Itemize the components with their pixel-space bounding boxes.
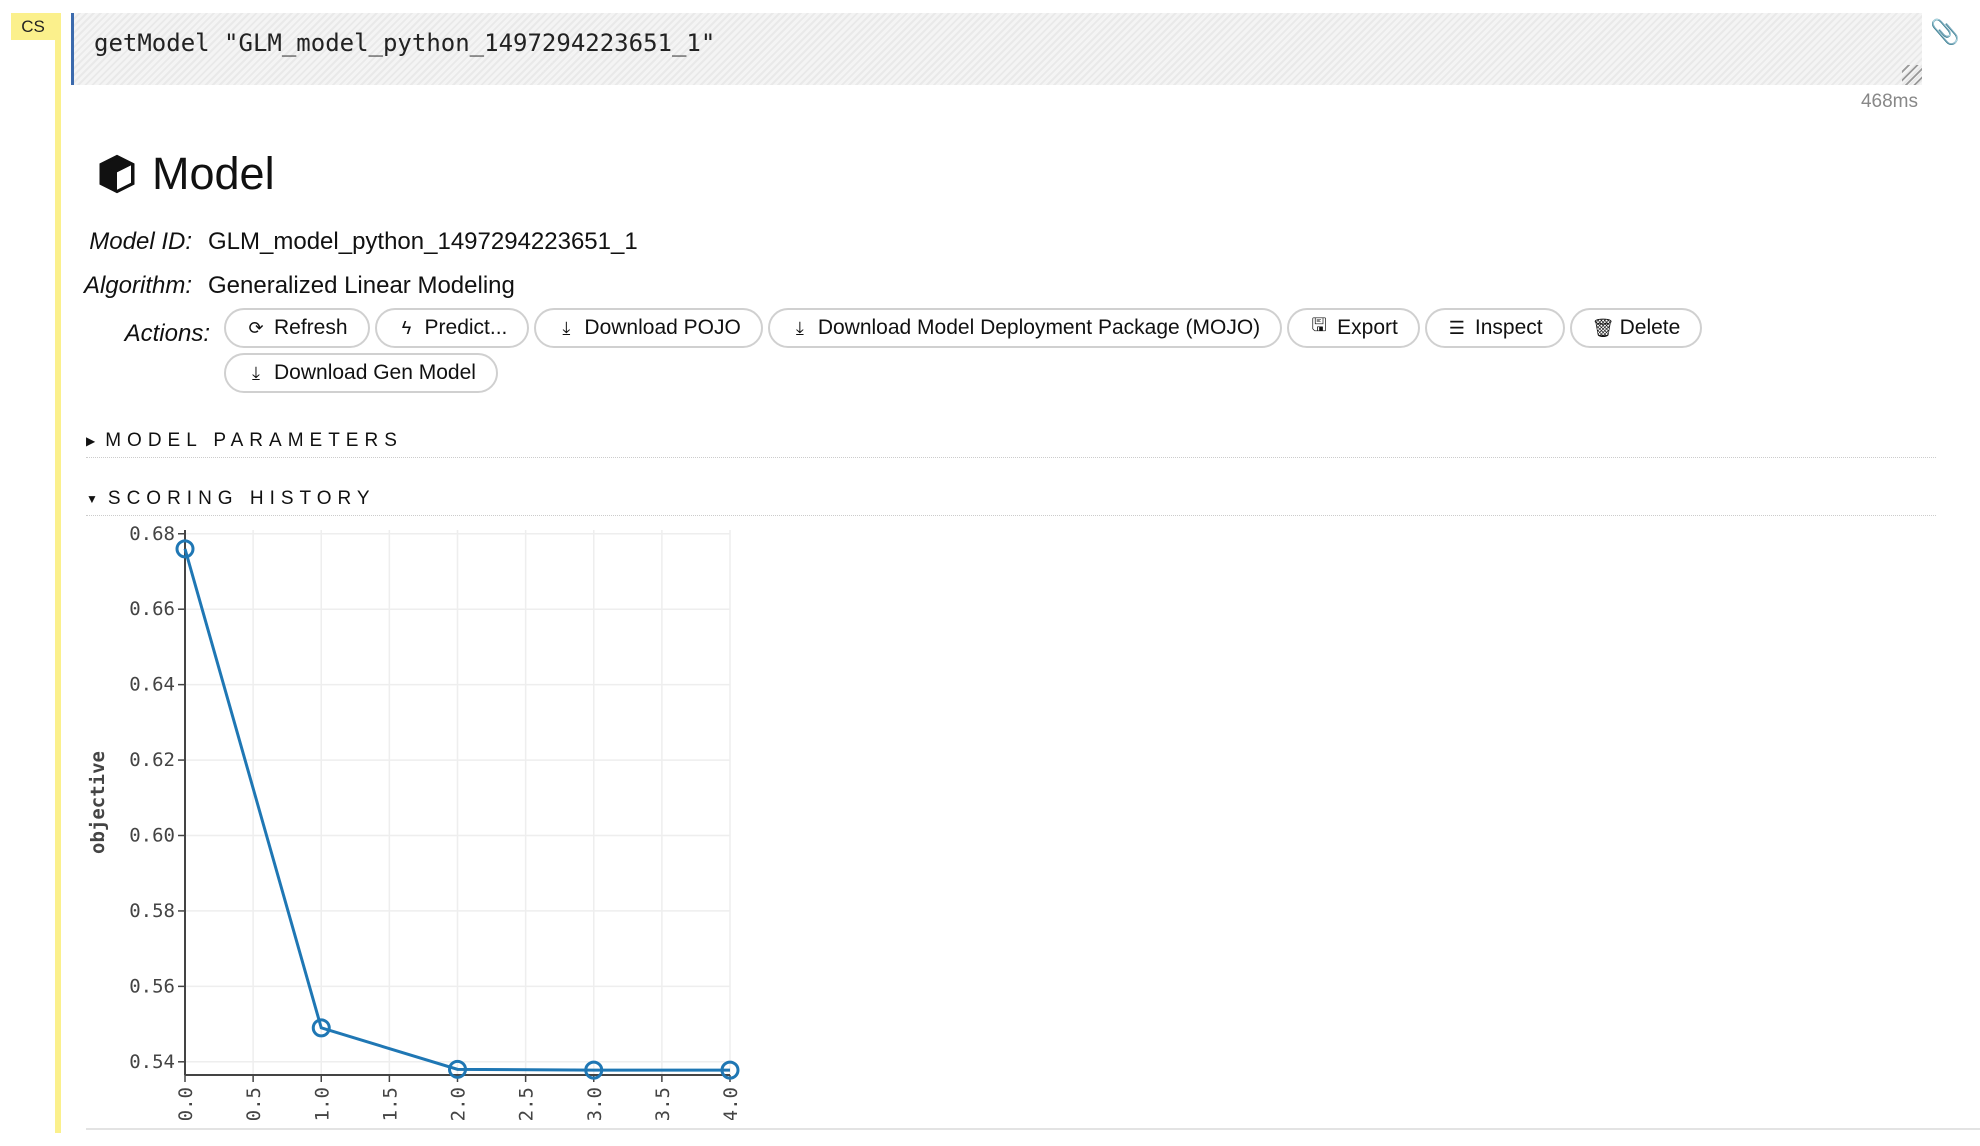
execution-time: 468ms: [1860, 91, 1918, 112]
button-label: Download Model Deployment Package (MOJO): [817, 316, 1261, 339]
algorithm-label: Algorithm:: [83, 272, 192, 299]
download-icon: ⤓: [562, 317, 571, 338]
button-label: Refresh: [274, 316, 348, 339]
caret-right-icon: ▶: [86, 434, 96, 448]
button-label: Download POJO: [584, 316, 741, 339]
save-icon: 🖫: [1311, 315, 1327, 335]
caret-down-icon: ▼: [86, 492, 98, 506]
x-tick-label: 1.5: [379, 1087, 401, 1120]
download-icon: ⤓: [795, 317, 804, 338]
refresh-icon: ⟳: [248, 317, 264, 338]
download-mojo-button[interactable]: ⤓ Download Model Deployment Package (MOJO…: [767, 308, 1283, 348]
download-icon: ⤓: [252, 362, 260, 383]
button-label: Download Gen Model: [274, 361, 476, 384]
button-label: Export: [1337, 316, 1398, 339]
y-tick-label: 0.58: [129, 900, 175, 922]
cell-type-badge[interactable]: CS: [11, 13, 55, 40]
code-input[interactable]: getModel "GLM_model_python_1497294223651…: [94, 29, 715, 57]
y-tick-label: 0.62: [129, 749, 175, 771]
title-text: Model: [152, 148, 275, 199]
refresh-button[interactable]: ⟳ Refresh: [224, 308, 370, 348]
y-tick-label: 0.64: [129, 674, 175, 696]
delete-button[interactable]: 🗑 Delete: [1569, 308, 1703, 348]
x-tick-label: 2.0: [448, 1087, 470, 1120]
scoring-history-chart: 0.54 0.56 0.58 0.60 0.62 0.64 0.66 0.68 0.0 0.5 1.…: [87, 523, 742, 1120]
paperclip-icon[interactable]: 📎: [1930, 18, 1960, 47]
button-label: Delete: [1619, 316, 1681, 339]
trash-icon: 🗑: [1591, 317, 1615, 338]
algorithm-row: Algorithm: Generalized Linear Modeling: [0, 272, 515, 300]
page-title: Model: [96, 148, 275, 200]
x-tick-label: 2.5: [516, 1087, 538, 1120]
download-gen-model-button[interactable]: ⤓ Download Gen Model: [224, 353, 498, 393]
algorithm-value: Generalized Linear Modeling: [208, 272, 515, 299]
predict-button[interactable]: ϟ Predict...: [374, 308, 530, 348]
cube-icon: [99, 154, 135, 194]
y-tick-label: 0.68: [129, 523, 175, 545]
x-tick-label: 0.0: [175, 1087, 197, 1120]
list-icon: ☰: [1448, 317, 1465, 338]
bolt-icon: ϟ: [401, 317, 412, 338]
section-title: SCORING HISTORY: [107, 488, 376, 509]
divider: [86, 1128, 1980, 1130]
actions-label: Actions:: [124, 320, 210, 347]
model-id-label: Model ID:: [89, 228, 192, 255]
resize-handle[interactable]: [1902, 65, 1922, 85]
x-tick-label: 4.0: [720, 1087, 742, 1120]
y-tick-label: 0.54: [129, 1051, 175, 1073]
section-scoring-history[interactable]: ▼ SCORING HISTORY: [86, 483, 1936, 516]
x-tick-label: 1.0: [311, 1087, 333, 1120]
x-tick-label: 3.0: [584, 1087, 606, 1120]
x-tick-label: 0.5: [243, 1087, 265, 1120]
x-tick-label: 3.5: [652, 1087, 674, 1120]
section-title: MODEL PARAMETERS: [105, 430, 403, 451]
button-label: Predict...: [424, 316, 508, 339]
section-model-parameters[interactable]: ▶ MODEL PARAMETERS: [86, 425, 1936, 458]
y-axis-label: objective: [87, 751, 109, 854]
inspect-button[interactable]: ☰ Inspect: [1424, 308, 1565, 348]
button-label: Inspect: [1474, 316, 1543, 339]
actions-bar: ⟳ Refresh ϟ Predict... ⤓ Download POJO ⤓ Dow…: [224, 308, 1724, 393]
download-pojo-button[interactable]: ⤓ Download POJO: [534, 308, 763, 348]
model-id-value: GLM_model_python_1497294223651_1: [208, 228, 638, 255]
export-button[interactable]: 🖫 Export: [1287, 308, 1420, 348]
y-tick-label: 0.60: [129, 825, 175, 847]
y-tick-label: 0.56: [129, 975, 175, 997]
y-tick-label: 0.66: [129, 598, 175, 620]
code-editor[interactable]: getModel "GLM_model_python_1497294223651…: [71, 13, 1922, 85]
model-id-row: Model ID: GLM_model_python_1497294223651…: [0, 228, 638, 256]
